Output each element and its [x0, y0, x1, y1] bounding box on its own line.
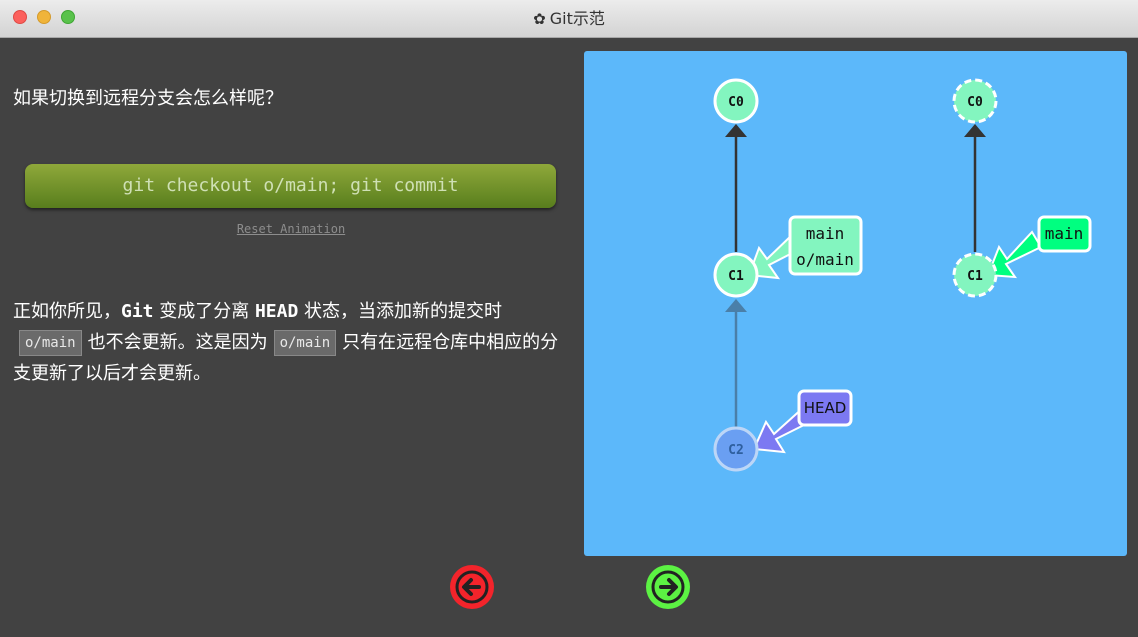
question-text: 如果切换到远程分支会怎么样呢？: [13, 88, 283, 109]
commit-c0-remote-label: C0: [967, 95, 983, 110]
edge-arrow-c2-c1-local: [725, 299, 747, 312]
back-button[interactable]: [450, 565, 494, 609]
title-bar: ✿ Git示范: [0, 0, 1138, 38]
arrow-right-icon: [651, 570, 685, 604]
reset-animation-label[interactable]: Reset Animation: [237, 222, 345, 236]
edge-arrow-c1-c0-remote: [964, 124, 986, 137]
reset-animation-link[interactable]: Reset Animation: [0, 222, 582, 236]
branch-label-main-text: main: [806, 224, 845, 243]
branch-label-main-remote-text: main: [1045, 224, 1084, 243]
window-title-text: Git示范: [549, 9, 605, 28]
commit-c1-remote-label: C1: [967, 269, 983, 284]
window-title: ✿ Git示范: [0, 0, 1138, 38]
git-graph-canvas: main o/main HEAD main C0 C1 C2 C0 C1: [584, 51, 1127, 556]
head-label-text: HEAD: [804, 399, 847, 417]
git-graph-svg: main o/main HEAD main C0 C1 C2 C0 C1: [713, 78, 1092, 472]
command-button[interactable]: git checkout o/main; git commit: [25, 164, 556, 208]
desc-part4: 也不会更新。这是因为: [87, 332, 268, 353]
edge-arrow-c1-c0-local: [725, 124, 747, 137]
inline-code-o-main-2: o/main: [273, 330, 337, 356]
commit-c1-local-label: C1: [728, 269, 744, 284]
commit-c0-local-label: C0: [728, 95, 744, 110]
branch-label-o-main-text: o/main: [796, 250, 854, 269]
commit-c2-local-label: C2: [728, 443, 744, 458]
arrow-left-icon: [455, 570, 489, 604]
desc-git: Git: [121, 301, 154, 322]
desc-part1: 正如你所见，: [13, 301, 121, 322]
gear-icon: ✿: [533, 10, 546, 28]
inline-code-o-main: o/main: [19, 330, 82, 356]
forward-button[interactable]: [646, 565, 690, 609]
desc-part3: 状态，当添加新的提交时: [298, 301, 503, 322]
desc-head: HEAD: [254, 301, 299, 322]
description-text: 正如你所见，Git 变成了分离 HEAD 状态，当添加新的提交时 o/main 也不…: [13, 296, 573, 389]
desc-part2: 变成了分离: [153, 301, 255, 322]
